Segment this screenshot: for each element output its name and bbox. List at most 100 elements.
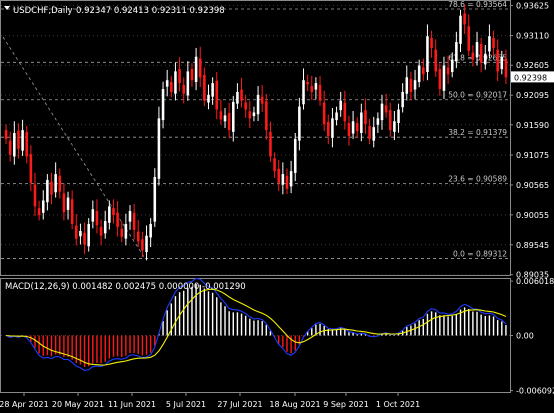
price-tick-label: 0.93110 (516, 32, 549, 41)
candle-body (219, 111, 223, 120)
candle-body (240, 89, 243, 101)
candle-body (504, 58, 508, 78)
candle-body (153, 177, 157, 222)
candle-body (380, 103, 384, 121)
candle-body (397, 109, 400, 124)
candle-body (46, 179, 49, 203)
candle-body (446, 67, 450, 75)
candle-body (190, 69, 194, 81)
candle-body (293, 138, 297, 173)
candle-body (132, 212, 136, 230)
price-tick-label: 0.92095 (516, 91, 549, 100)
candle-body (25, 131, 29, 157)
candle-body (422, 67, 425, 75)
candle-body (161, 89, 165, 121)
candle-body (13, 133, 16, 157)
macd-tick-label: -0.006092 (516, 387, 554, 396)
candle-body (289, 171, 293, 187)
candle-body (50, 181, 53, 195)
candle-body (483, 53, 487, 65)
candle-body (62, 193, 66, 213)
time-axis: 28 Apr 2021 20 May 2021 11 Jun 2021 5 Jul 2… (0, 392, 420, 409)
current-price-tag: 0.92398 (511, 71, 554, 83)
chart-ohlc-label: 0.92347 0.92413 0.92311 0.92398 (76, 6, 225, 16)
candle-body (124, 223, 128, 239)
candle-body (343, 102, 347, 122)
candle-body (223, 115, 227, 122)
candle-body (430, 37, 433, 48)
candle-body (83, 232, 86, 245)
time-tick-label: 18 Aug 2021 (269, 400, 320, 409)
candle-body (178, 69, 181, 84)
price-tick-label: 0.89545 (516, 241, 549, 250)
candle-body (4, 130, 8, 139)
fibonacci-level-label: 0.0 = 0.89312 (453, 249, 507, 258)
candle-body (103, 221, 107, 234)
candle-body (347, 123, 351, 136)
macd-indicator-label: MACD(12,26,9) 0.001482 0.002475 0.000000… (5, 282, 246, 292)
candle-body (351, 121, 355, 134)
candle-body (157, 118, 161, 179)
candle-body (388, 110, 392, 131)
candle-body (405, 77, 409, 94)
candle-body (8, 140, 12, 155)
price-tick-label: 0.90055 (516, 211, 549, 220)
time-tick-label: 11 Jun 2021 (108, 400, 156, 409)
candle-body (165, 80, 169, 87)
macd-tick-label: 0.006018 (516, 277, 554, 286)
candle-body (70, 199, 74, 224)
candle-body (335, 112, 338, 121)
candle-body (99, 226, 103, 236)
candle-body (500, 56, 504, 70)
time-tick-label: 28 Apr 2021 (0, 400, 49, 409)
price-tick-label: 0.92605 (516, 61, 549, 70)
candle-body (409, 79, 413, 92)
candle-body (269, 131, 272, 157)
candle-body (479, 43, 483, 63)
candle-body (273, 158, 276, 172)
time-tick-label: 1 Oct 2021 (376, 400, 420, 409)
candle-body (318, 84, 322, 101)
candle-body (120, 228, 124, 237)
candle-body (285, 175, 289, 189)
candle-body (327, 121, 330, 136)
candle-body (496, 49, 499, 72)
candle-body (401, 91, 404, 108)
candle-body (331, 118, 334, 138)
candle-body (66, 197, 70, 210)
price-chart-canvas[interactable]: 78.6 = 0.9356461.8 = 0.9265550.0 = 0.920… (0, 0, 554, 413)
fibonacci-level-label: 78.6 = 0.93564 (448, 0, 507, 9)
candle-body (368, 125, 371, 139)
time-tick-label: 9 Sep 2021 (323, 400, 369, 409)
price-tick-label: 0.91590 (516, 121, 549, 130)
candle-body (198, 58, 202, 78)
candle-body (116, 212, 119, 227)
candle-body (467, 26, 471, 51)
candle-body (203, 74, 206, 101)
candle-body (306, 81, 309, 85)
candle-body (108, 206, 111, 223)
candle-body (231, 101, 235, 132)
candle-body (79, 230, 82, 237)
candle-body (244, 102, 247, 110)
candle-body (29, 154, 33, 183)
candle-body (211, 83, 214, 97)
candle-body (95, 211, 99, 226)
candle-body (170, 81, 173, 92)
candle-body (450, 59, 454, 72)
candle-body (252, 112, 256, 116)
candle-body (17, 130, 20, 149)
candle-body (442, 65, 446, 91)
macd-axis: 0.006018 0.00 -0.006092 (510, 277, 554, 396)
candle-body (281, 174, 285, 185)
candle-body (141, 239, 144, 251)
candle-body (417, 65, 421, 82)
candle-body (227, 113, 231, 131)
macd-tick-label: 0.00 (516, 332, 534, 341)
fibonacci-level-label: 38.2 = 0.91379 (448, 128, 507, 137)
candle-body (413, 80, 417, 90)
candle-body (260, 96, 264, 104)
candle-body (145, 235, 148, 253)
candle-body (136, 231, 140, 242)
candle-body (194, 56, 198, 82)
